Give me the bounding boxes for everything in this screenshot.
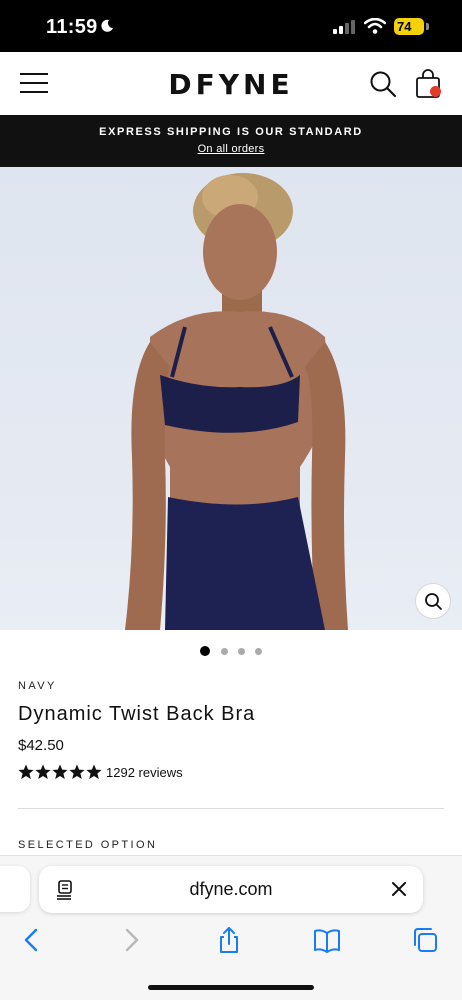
wifi-icon bbox=[364, 18, 386, 34]
review-count[interactable]: 1292 reviews bbox=[106, 765, 183, 780]
model-photo bbox=[125, 173, 348, 630]
moon-icon bbox=[101, 19, 113, 32]
address-bar[interactable]: dfyne.com bbox=[39, 866, 423, 913]
search-icon[interactable] bbox=[369, 70, 397, 98]
color-label: NAVY bbox=[18, 680, 57, 692]
gallery-dot[interactable] bbox=[221, 648, 228, 655]
product-title: Dynamic Twist Back Bra bbox=[18, 703, 256, 725]
selected-option-label: SELECTED OPTION bbox=[18, 839, 158, 851]
share-icon[interactable] bbox=[215, 926, 243, 954]
signal-icon bbox=[333, 20, 355, 34]
gallery-pagination bbox=[200, 646, 270, 658]
cart-notification-dot bbox=[430, 86, 441, 97]
announcement-title: EXPRESS SHIPPING IS OUR STANDARD bbox=[99, 126, 363, 138]
zoom-button[interactable] bbox=[415, 583, 451, 619]
browser-toolbar: dfyne.com bbox=[0, 855, 462, 1000]
announcement-bar: EXPRESS SHIPPING IS OUR STANDARD On all … bbox=[0, 115, 462, 167]
status-time: 11:59 bbox=[46, 16, 98, 38]
gallery-dot[interactable] bbox=[255, 648, 262, 655]
url-text[interactable]: dfyne.com bbox=[39, 879, 423, 900]
home-indicator bbox=[148, 985, 314, 990]
tabs-icon[interactable] bbox=[411, 926, 439, 954]
close-icon[interactable] bbox=[391, 881, 407, 897]
site-header: DFYNE bbox=[0, 52, 462, 115]
status-bar: 11:59 74 bbox=[0, 0, 462, 52]
product-image[interactable] bbox=[0, 167, 462, 630]
back-icon[interactable] bbox=[18, 926, 46, 954]
forward-icon[interactable] bbox=[117, 926, 145, 954]
product-price: $42.50 bbox=[18, 737, 64, 754]
zoom-icon bbox=[425, 593, 442, 610]
announcement-link[interactable]: On all orders bbox=[198, 143, 265, 155]
battery-indicator: 74 bbox=[394, 18, 424, 35]
gallery-dot[interactable] bbox=[200, 646, 210, 656]
gallery-dot[interactable] bbox=[238, 648, 245, 655]
battery-tip bbox=[426, 23, 429, 30]
divider bbox=[18, 808, 444, 809]
previous-tab-preview[interactable] bbox=[0, 866, 30, 912]
bookmarks-icon[interactable] bbox=[313, 926, 341, 954]
star-rating-icon bbox=[18, 764, 102, 779]
